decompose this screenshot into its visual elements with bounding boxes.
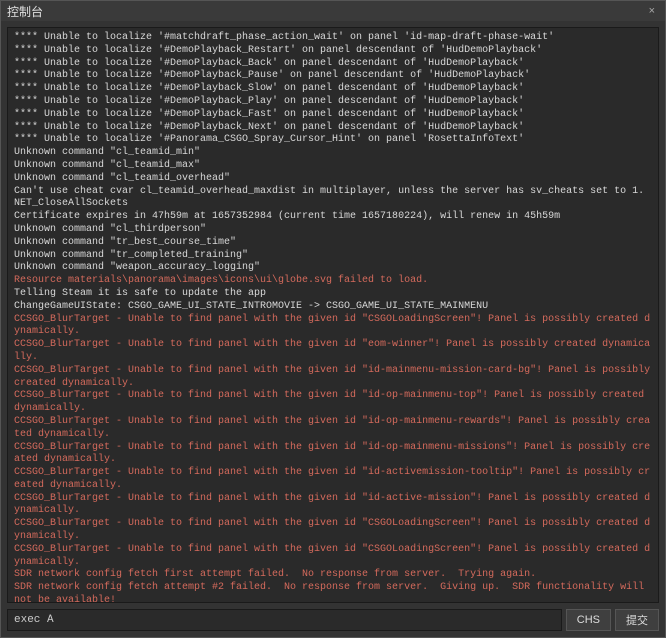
- log-line: ChangeGameUIState: CSGO_GAME_UI_STATE_IN…: [14, 301, 652, 314]
- log-line: Unknown command "tr_best_course_time": [14, 237, 652, 250]
- console-output[interactable]: **** Unable to localize '#matchdraft_pha…: [7, 27, 659, 603]
- log-line: CCSGO_BlurTarget - Unable to find panel …: [14, 544, 652, 570]
- log-line: SDR network config fetch first attempt f…: [14, 569, 652, 582]
- log-line: Can't use cheat cvar cl_teamid_overhead_…: [14, 186, 652, 199]
- log-line: CCSGO_BlurTarget - Unable to find panel …: [14, 390, 652, 416]
- log-line: CCSGO_BlurTarget - Unable to find panel …: [14, 314, 652, 340]
- close-icon[interactable]: ×: [645, 5, 659, 17]
- log-line: NET_CloseAllSockets: [14, 198, 652, 211]
- command-input[interactable]: [7, 609, 562, 631]
- log-line: Unknown command "tr_completed_training": [14, 250, 652, 263]
- log-line: Unknown command "cl_teamid_overhead": [14, 173, 652, 186]
- log-line: Unknown command "cl_teamid_max": [14, 160, 652, 173]
- log-line: CCSGO_BlurTarget - Unable to find panel …: [14, 493, 652, 519]
- chs-button[interactable]: CHS: [566, 609, 611, 631]
- log-line: CCSGO_BlurTarget - Unable to find panel …: [14, 442, 652, 468]
- titlebar[interactable]: 控制台 ×: [1, 1, 665, 21]
- log-line: Resource materials\panorama\images\icons…: [14, 275, 652, 288]
- log-line: Telling Steam it is safe to update the a…: [14, 288, 652, 301]
- log-line: Unknown command "cl_teamid_min": [14, 147, 652, 160]
- log-line: **** Unable to localize '#DemoPlayback_P…: [14, 96, 652, 109]
- console-window: 控制台 × **** Unable to localize '#matchdra…: [0, 0, 666, 638]
- log-line: SDR network config fetch attempt #2 fail…: [14, 582, 652, 603]
- log-line: CCSGO_BlurTarget - Unable to find panel …: [14, 467, 652, 493]
- log-line: CCSGO_BlurTarget - Unable to find panel …: [14, 339, 652, 365]
- submit-button[interactable]: 提交: [615, 609, 659, 631]
- log-line: **** Unable to localize '#DemoPlayback_F…: [14, 109, 652, 122]
- log-line: **** Unable to localize '#DemoPlayback_R…: [14, 45, 652, 58]
- log-line: **** Unable to localize '#DemoPlayback_P…: [14, 70, 652, 83]
- log-line: Unknown command "cl_thirdperson": [14, 224, 652, 237]
- console-footer: CHS 提交: [1, 609, 665, 637]
- log-line: CCSGO_BlurTarget - Unable to find panel …: [14, 365, 652, 391]
- log-line: Certificate expires in 47h59m at 1657352…: [14, 211, 652, 224]
- log-line: CCSGO_BlurTarget - Unable to find panel …: [14, 518, 652, 544]
- log-line: CCSGO_BlurTarget - Unable to find panel …: [14, 416, 652, 442]
- window-title: 控制台: [7, 3, 43, 20]
- log-line: Unknown command "weapon_accuracy_logging…: [14, 262, 652, 275]
- log-line: **** Unable to localize '#matchdraft_pha…: [14, 32, 652, 45]
- log-line: **** Unable to localize '#DemoPlayback_N…: [14, 122, 652, 135]
- log-line: **** Unable to localize '#DemoPlayback_B…: [14, 58, 652, 71]
- log-line: **** Unable to localize '#Panorama_CSGO_…: [14, 134, 652, 147]
- log-line: **** Unable to localize '#DemoPlayback_S…: [14, 83, 652, 96]
